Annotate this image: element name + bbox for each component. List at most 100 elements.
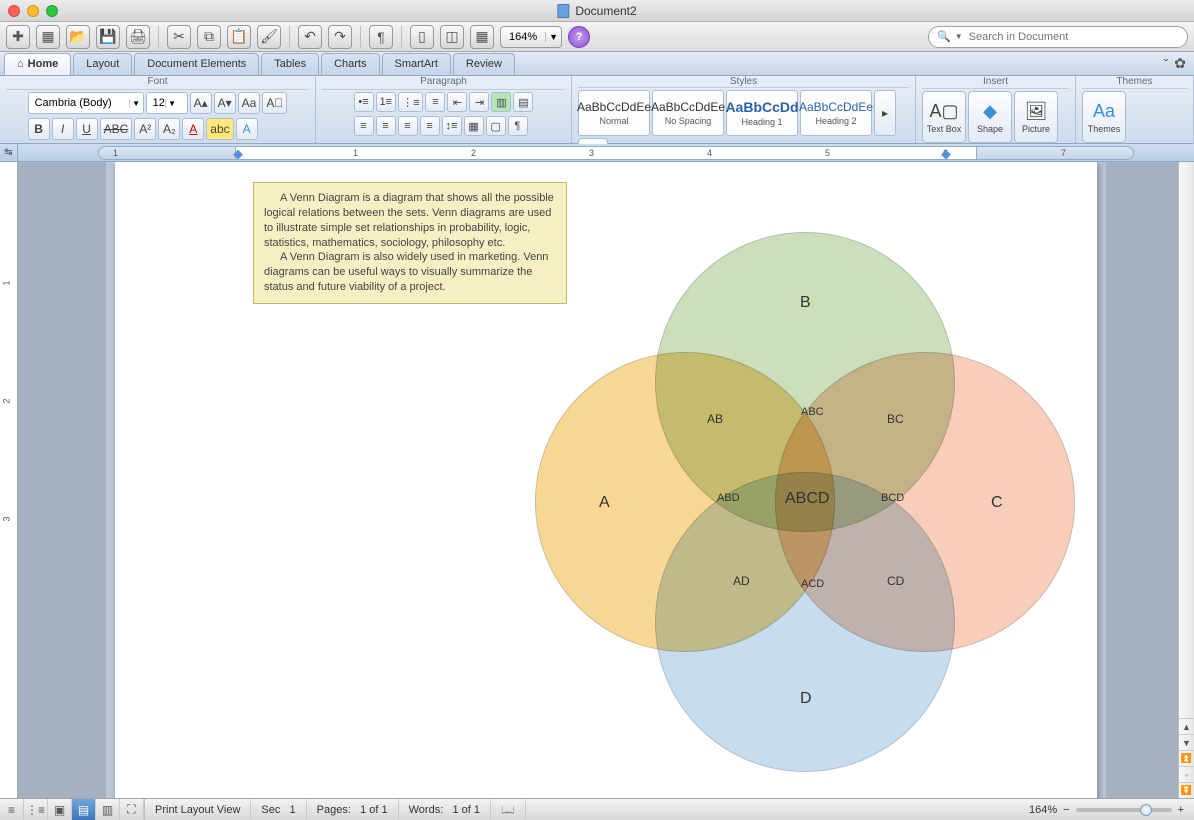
strikethrough-button[interactable]: ABC: [100, 118, 133, 140]
underline-button[interactable]: U: [76, 118, 98, 140]
style-heading-1[interactable]: AaBbCcDdHeading 1: [726, 90, 798, 136]
draft-view-button[interactable]: ≡: [0, 799, 24, 820]
zoom-out-button[interactable]: −: [1063, 804, 1069, 816]
chevron-down-icon[interactable]: ▼: [129, 99, 143, 108]
justify-button[interactable]: ≡: [420, 116, 440, 136]
paste-button[interactable]: 📋: [227, 25, 251, 49]
text-effects-button[interactable]: A: [236, 118, 258, 140]
format-painter-button[interactable]: 🖌: [257, 25, 281, 49]
decrease-indent-button[interactable]: ⇤: [447, 92, 467, 112]
highlight-button[interactable]: abc: [206, 118, 233, 140]
next-page-icon[interactable]: ⏬: [1179, 782, 1194, 798]
tab-review[interactable]: Review: [453, 53, 515, 75]
shading-button[interactable]: ▦: [464, 116, 484, 136]
words-info[interactable]: Words: 1 of 1: [399, 799, 491, 820]
insert-textbox-button[interactable]: A▢Text Box: [922, 91, 966, 143]
insert-shape-button[interactable]: ◆Shape: [968, 91, 1012, 143]
toolbox-button[interactable]: ◫: [440, 25, 464, 49]
notebook-view-button[interactable]: ▥: [96, 799, 120, 820]
columns-button[interactable]: ▥: [491, 92, 511, 112]
undo-button[interactable]: ↶: [298, 25, 322, 49]
themes-button[interactable]: AaThemes: [1082, 91, 1126, 143]
show-marks-button[interactable]: ¶: [369, 25, 393, 49]
indent-marker-icon[interactable]: ◆: [233, 146, 243, 160]
outline-view-button[interactable]: ⋮≡: [24, 799, 48, 820]
zoom-slider[interactable]: [1076, 808, 1172, 812]
chevron-down-icon[interactable]: ▼: [955, 32, 963, 41]
vertical-ruler[interactable]: 1 2 3: [0, 162, 18, 798]
line-spacing-button[interactable]: ↕≡: [442, 116, 462, 136]
font-size-selector[interactable]: 12▼: [146, 92, 188, 114]
style-no-spacing[interactable]: AaBbCcDdEeNo Spacing: [652, 90, 724, 136]
page-area[interactable]: A Venn Diagram is a diagram that shows a…: [18, 162, 1194, 798]
template-button[interactable]: ▦: [36, 25, 60, 49]
zoom-selector[interactable]: 164% ▼: [500, 26, 562, 48]
grow-font-button[interactable]: A▴: [190, 92, 212, 114]
gallery-button[interactable]: ▦: [470, 25, 494, 49]
collapse-ribbon-icon[interactable]: ˇ: [1164, 56, 1169, 72]
styles-more-button[interactable]: ▸: [874, 90, 896, 136]
ruler-corner[interactable]: ↹: [0, 144, 18, 162]
print-layout-view-button[interactable]: ▤: [72, 799, 96, 820]
tab-home[interactable]: ⌂Home: [4, 53, 71, 75]
right-indent-marker-icon[interactable]: ◆: [941, 146, 951, 160]
italic-button[interactable]: I: [52, 118, 74, 140]
change-case-button[interactable]: Aa: [238, 92, 261, 114]
vertical-scrollbar[interactable]: ▲ ▼ ⏫ ◦ ⏬: [1178, 162, 1194, 798]
font-color-button[interactable]: A: [182, 118, 204, 140]
tab-tables[interactable]: Tables: [261, 53, 319, 75]
tab-document-elements[interactable]: Document Elements: [134, 53, 259, 75]
borders-button[interactable]: ▢: [486, 116, 506, 136]
document-page[interactable]: A Venn Diagram is a diagram that shows a…: [115, 162, 1097, 798]
multilevel-button[interactable]: ⋮≡: [398, 92, 423, 112]
publishing-view-button[interactable]: ▣: [48, 799, 72, 820]
bullets-button[interactable]: •≡: [354, 92, 374, 112]
new-doc-button[interactable]: ✚: [6, 25, 30, 49]
font-name-selector[interactable]: Cambria (Body)▼: [28, 92, 144, 114]
copy-button[interactable]: ⧉: [197, 25, 221, 49]
increase-indent-button[interactable]: ⇥: [469, 92, 489, 112]
shrink-font-button[interactable]: A▾: [214, 92, 236, 114]
horizontal-ruler[interactable]: 1 ◆ 1 2 3 4 5 6 ◆ 7: [98, 146, 1134, 160]
tab-smartart[interactable]: SmartArt: [382, 53, 451, 75]
insert-picture-button[interactable]: 🖼Picture: [1014, 91, 1058, 143]
align-left-button[interactable]: ≡: [354, 116, 374, 136]
style-normal[interactable]: AaBbCcDdEeNormal: [578, 90, 650, 136]
sidebar-button[interactable]: ▯: [410, 25, 434, 49]
scroll-down-icon[interactable]: ▼: [1179, 734, 1194, 750]
venn-circle-d[interactable]: [655, 472, 955, 772]
clear-format-button[interactable]: A⃠: [262, 92, 287, 114]
prev-page-icon[interactable]: ⏫: [1179, 750, 1194, 766]
numbering-button[interactable]: 1≡: [376, 92, 397, 112]
fullscreen-view-button[interactable]: ⛶: [120, 799, 144, 820]
venn-diagram[interactable]: B A C D AB BC CD AD ABC BCD ACD ABD ABCD: [425, 232, 985, 792]
browse-object-icon[interactable]: ◦: [1179, 766, 1194, 782]
style-heading-2[interactable]: AaBbCcDdEeHeading 2: [800, 90, 872, 136]
save-button[interactable]: 💾: [96, 25, 120, 49]
open-button[interactable]: 📂: [66, 25, 90, 49]
zoom-window-icon[interactable]: [46, 5, 58, 17]
search-box[interactable]: 🔍 ▼: [928, 26, 1188, 48]
sort-button[interactable]: ▤: [513, 92, 533, 112]
scroll-up-icon[interactable]: ▲: [1179, 718, 1194, 734]
cut-button[interactable]: ✂: [167, 25, 191, 49]
search-input[interactable]: [969, 31, 1179, 43]
superscript-button[interactable]: A²: [134, 118, 156, 140]
subscript-button[interactable]: A₂: [158, 118, 180, 140]
gear-icon[interactable]: ✿: [1174, 55, 1186, 72]
chevron-down-icon[interactable]: ▼: [165, 99, 179, 108]
tab-layout[interactable]: Layout: [73, 53, 132, 75]
align-right-button[interactable]: ≡: [398, 116, 418, 136]
bold-button[interactable]: B: [28, 118, 50, 140]
align-center-button[interactable]: ≡: [376, 116, 396, 136]
zoom-slider-thumb[interactable]: [1140, 804, 1152, 816]
help-button[interactable]: ?: [568, 26, 590, 48]
spellcheck-button[interactable]: 📖: [491, 799, 526, 820]
tab-charts[interactable]: Charts: [321, 53, 379, 75]
pages-info[interactable]: Pages: 1 of 1: [307, 799, 399, 820]
minimize-window-icon[interactable]: [27, 5, 39, 17]
zoom-in-button[interactable]: +: [1178, 804, 1184, 816]
chevron-down-icon[interactable]: ▼: [545, 32, 561, 42]
paragraph-marks-button[interactable]: ¶: [508, 116, 528, 136]
align-text-button[interactable]: ≡: [425, 92, 445, 112]
